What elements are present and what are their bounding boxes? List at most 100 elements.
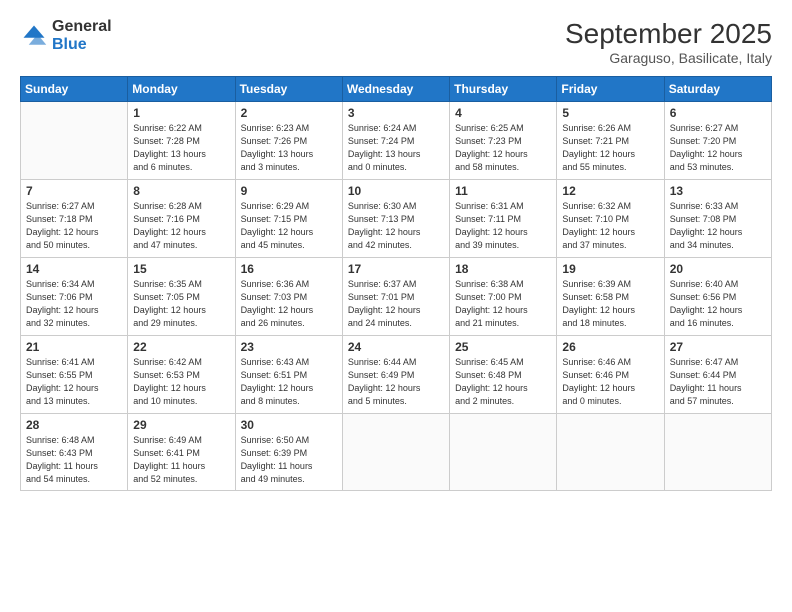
calendar-row: 1 Sunrise: 6:22 AMSunset: 7:28 PMDaylight… <box>21 102 772 180</box>
day-info: Sunrise: 6:31 AMSunset: 7:11 PMDaylight:… <box>455 200 551 252</box>
day-info: Sunrise: 6:49 AMSunset: 6:41 PMDaylight:… <box>133 434 229 486</box>
calendar-row: 7 Sunrise: 6:27 AMSunset: 7:18 PMDaylight… <box>21 180 772 258</box>
day-number: 3 <box>348 106 444 120</box>
calendar-cell: 16 Sunrise: 6:36 AMSunset: 7:03 PMDayligh… <box>235 258 342 336</box>
day-number: 19 <box>562 262 658 276</box>
day-number: 6 <box>670 106 766 120</box>
day-info: Sunrise: 6:27 AMSunset: 7:20 PMDaylight:… <box>670 122 766 174</box>
calendar-row: 21Sunrise: 6:41 AMSunset: 6:55 PMDayligh… <box>21 336 772 414</box>
title-block: September 2025 Garaguso, Basilicate, Ita… <box>565 18 772 66</box>
location-subtitle: Garaguso, Basilicate, Italy <box>565 50 772 66</box>
day-info: Sunrise: 6:45 AMSunset: 6:48 PMDaylight:… <box>455 356 551 408</box>
calendar-cell <box>342 414 449 491</box>
calendar-cell: 14Sunrise: 6:34 AMSunset: 7:06 PMDayligh… <box>21 258 128 336</box>
calendar-row: 28Sunrise: 6:48 AMSunset: 6:43 PMDayligh… <box>21 414 772 491</box>
calendar-cell: 6 Sunrise: 6:27 AMSunset: 7:20 PMDaylight… <box>664 102 771 180</box>
calendar-cell: 22 Sunrise: 6:42 AMSunset: 6:53 PMDayligh… <box>128 336 235 414</box>
calendar-cell: 29 Sunrise: 6:49 AMSunset: 6:41 PMDayligh… <box>128 414 235 491</box>
day-info: Sunrise: 6:46 AMSunset: 6:46 PMDaylight:… <box>562 356 658 408</box>
calendar-cell: 10 Sunrise: 6:30 AMSunset: 7:13 PMDayligh… <box>342 180 449 258</box>
day-number: 13 <box>670 184 766 198</box>
calendar-cell: 3 Sunrise: 6:24 AMSunset: 7:24 PMDaylight… <box>342 102 449 180</box>
calendar-cell <box>21 102 128 180</box>
day-info: Sunrise: 6:25 AMSunset: 7:23 PMDaylight:… <box>455 122 551 174</box>
day-number: 16 <box>241 262 337 276</box>
day-info: Sunrise: 6:44 AMSunset: 6:49 PMDaylight:… <box>348 356 444 408</box>
calendar-cell: 12 Sunrise: 6:32 AMSunset: 7:10 PMDayligh… <box>557 180 664 258</box>
day-info: Sunrise: 6:38 AMSunset: 7:00 PMDaylight:… <box>455 278 551 330</box>
day-info: Sunrise: 6:43 AMSunset: 6:51 PMDaylight:… <box>241 356 337 408</box>
logo: General Blue <box>20 18 112 53</box>
calendar-cell: 1 Sunrise: 6:22 AMSunset: 7:28 PMDaylight… <box>128 102 235 180</box>
calendar-cell: 19 Sunrise: 6:39 AMSunset: 6:58 PMDayligh… <box>557 258 664 336</box>
day-number: 26 <box>562 340 658 354</box>
calendar-cell: 27Sunrise: 6:47 AMSunset: 6:44 PMDayligh… <box>664 336 771 414</box>
calendar-cell: 13 Sunrise: 6:33 AMSunset: 7:08 PMDayligh… <box>664 180 771 258</box>
day-number: 8 <box>133 184 229 198</box>
calendar-cell: 25 Sunrise: 6:45 AMSunset: 6:48 PMDayligh… <box>450 336 557 414</box>
day-number: 29 <box>133 418 229 432</box>
day-info: Sunrise: 6:32 AMSunset: 7:10 PMDaylight:… <box>562 200 658 252</box>
day-number: 23 <box>241 340 337 354</box>
calendar-cell: 30Sunrise: 6:50 AMSunset: 6:39 PMDayligh… <box>235 414 342 491</box>
day-info: Sunrise: 6:39 AMSunset: 6:58 PMDaylight:… <box>562 278 658 330</box>
day-number: 25 <box>455 340 551 354</box>
day-info: Sunrise: 6:27 AMSunset: 7:18 PMDaylight:… <box>26 200 122 252</box>
weekday-header: Sunday <box>21 77 128 102</box>
day-number: 7 <box>26 184 122 198</box>
calendar-cell: 20 Sunrise: 6:40 AMSunset: 6:56 PMDayligh… <box>664 258 771 336</box>
day-number: 14 <box>26 262 122 276</box>
weekday-header: Monday <box>128 77 235 102</box>
calendar-cell: 15Sunrise: 6:35 AMSunset: 7:05 PMDayligh… <box>128 258 235 336</box>
weekday-header: Tuesday <box>235 77 342 102</box>
day-number: 15 <box>133 262 229 276</box>
day-number: 28 <box>26 418 122 432</box>
day-number: 22 <box>133 340 229 354</box>
day-info: Sunrise: 6:41 AMSunset: 6:55 PMDaylight:… <box>26 356 122 408</box>
calendar-cell: 11Sunrise: 6:31 AMSunset: 7:11 PMDayligh… <box>450 180 557 258</box>
day-info: Sunrise: 6:22 AMSunset: 7:28 PMDaylight:… <box>133 122 229 174</box>
day-info: Sunrise: 6:30 AMSunset: 7:13 PMDaylight:… <box>348 200 444 252</box>
day-number: 20 <box>670 262 766 276</box>
day-number: 27 <box>670 340 766 354</box>
day-info: Sunrise: 6:36 AMSunset: 7:03 PMDaylight:… <box>241 278 337 330</box>
day-info: Sunrise: 6:42 AMSunset: 6:53 PMDaylight:… <box>133 356 229 408</box>
calendar-cell <box>450 414 557 491</box>
day-number: 2 <box>241 106 337 120</box>
day-number: 4 <box>455 106 551 120</box>
calendar-cell: 9Sunrise: 6:29 AMSunset: 7:15 PMDaylight… <box>235 180 342 258</box>
day-info: Sunrise: 6:24 AMSunset: 7:24 PMDaylight:… <box>348 122 444 174</box>
calendar-cell: 4 Sunrise: 6:25 AMSunset: 7:23 PMDaylight… <box>450 102 557 180</box>
day-info: Sunrise: 6:29 AMSunset: 7:15 PMDaylight:… <box>241 200 337 252</box>
calendar-row: 14Sunrise: 6:34 AMSunset: 7:06 PMDayligh… <box>21 258 772 336</box>
day-number: 30 <box>241 418 337 432</box>
day-number: 1 <box>133 106 229 120</box>
calendar-cell: 28Sunrise: 6:48 AMSunset: 6:43 PMDayligh… <box>21 414 128 491</box>
calendar-header-row: SundayMondayTuesdayWednesdayThursdayFrid… <box>21 77 772 102</box>
day-number: 10 <box>348 184 444 198</box>
weekday-header: Saturday <box>664 77 771 102</box>
calendar-cell: 2 Sunrise: 6:23 AMSunset: 7:26 PMDaylight… <box>235 102 342 180</box>
day-number: 17 <box>348 262 444 276</box>
day-info: Sunrise: 6:28 AMSunset: 7:16 PMDaylight:… <box>133 200 229 252</box>
calendar-cell: 26 Sunrise: 6:46 AMSunset: 6:46 PMDayligh… <box>557 336 664 414</box>
weekday-header: Thursday <box>450 77 557 102</box>
calendar-cell <box>664 414 771 491</box>
day-info: Sunrise: 6:33 AMSunset: 7:08 PMDaylight:… <box>670 200 766 252</box>
calendar-cell: 17 Sunrise: 6:37 AMSunset: 7:01 PMDayligh… <box>342 258 449 336</box>
day-info: Sunrise: 6:40 AMSunset: 6:56 PMDaylight:… <box>670 278 766 330</box>
calendar-cell: 24 Sunrise: 6:44 AMSunset: 6:49 PMDayligh… <box>342 336 449 414</box>
calendar-cell: 18Sunrise: 6:38 AMSunset: 7:00 PMDayligh… <box>450 258 557 336</box>
day-info: Sunrise: 6:37 AMSunset: 7:01 PMDaylight:… <box>348 278 444 330</box>
calendar-cell: 8 Sunrise: 6:28 AMSunset: 7:16 PMDaylight… <box>128 180 235 258</box>
weekday-header: Wednesday <box>342 77 449 102</box>
logo-text: General Blue <box>52 18 112 53</box>
day-info: Sunrise: 6:23 AMSunset: 7:26 PMDaylight:… <box>241 122 337 174</box>
day-number: 12 <box>562 184 658 198</box>
calendar-cell: 5Sunrise: 6:26 AMSunset: 7:21 PMDaylight… <box>557 102 664 180</box>
calendar-table: SundayMondayTuesdayWednesdayThursdayFrid… <box>20 76 772 491</box>
calendar-cell: 21Sunrise: 6:41 AMSunset: 6:55 PMDayligh… <box>21 336 128 414</box>
day-number: 24 <box>348 340 444 354</box>
day-number: 5 <box>562 106 658 120</box>
month-year-title: September 2025 <box>565 18 772 50</box>
